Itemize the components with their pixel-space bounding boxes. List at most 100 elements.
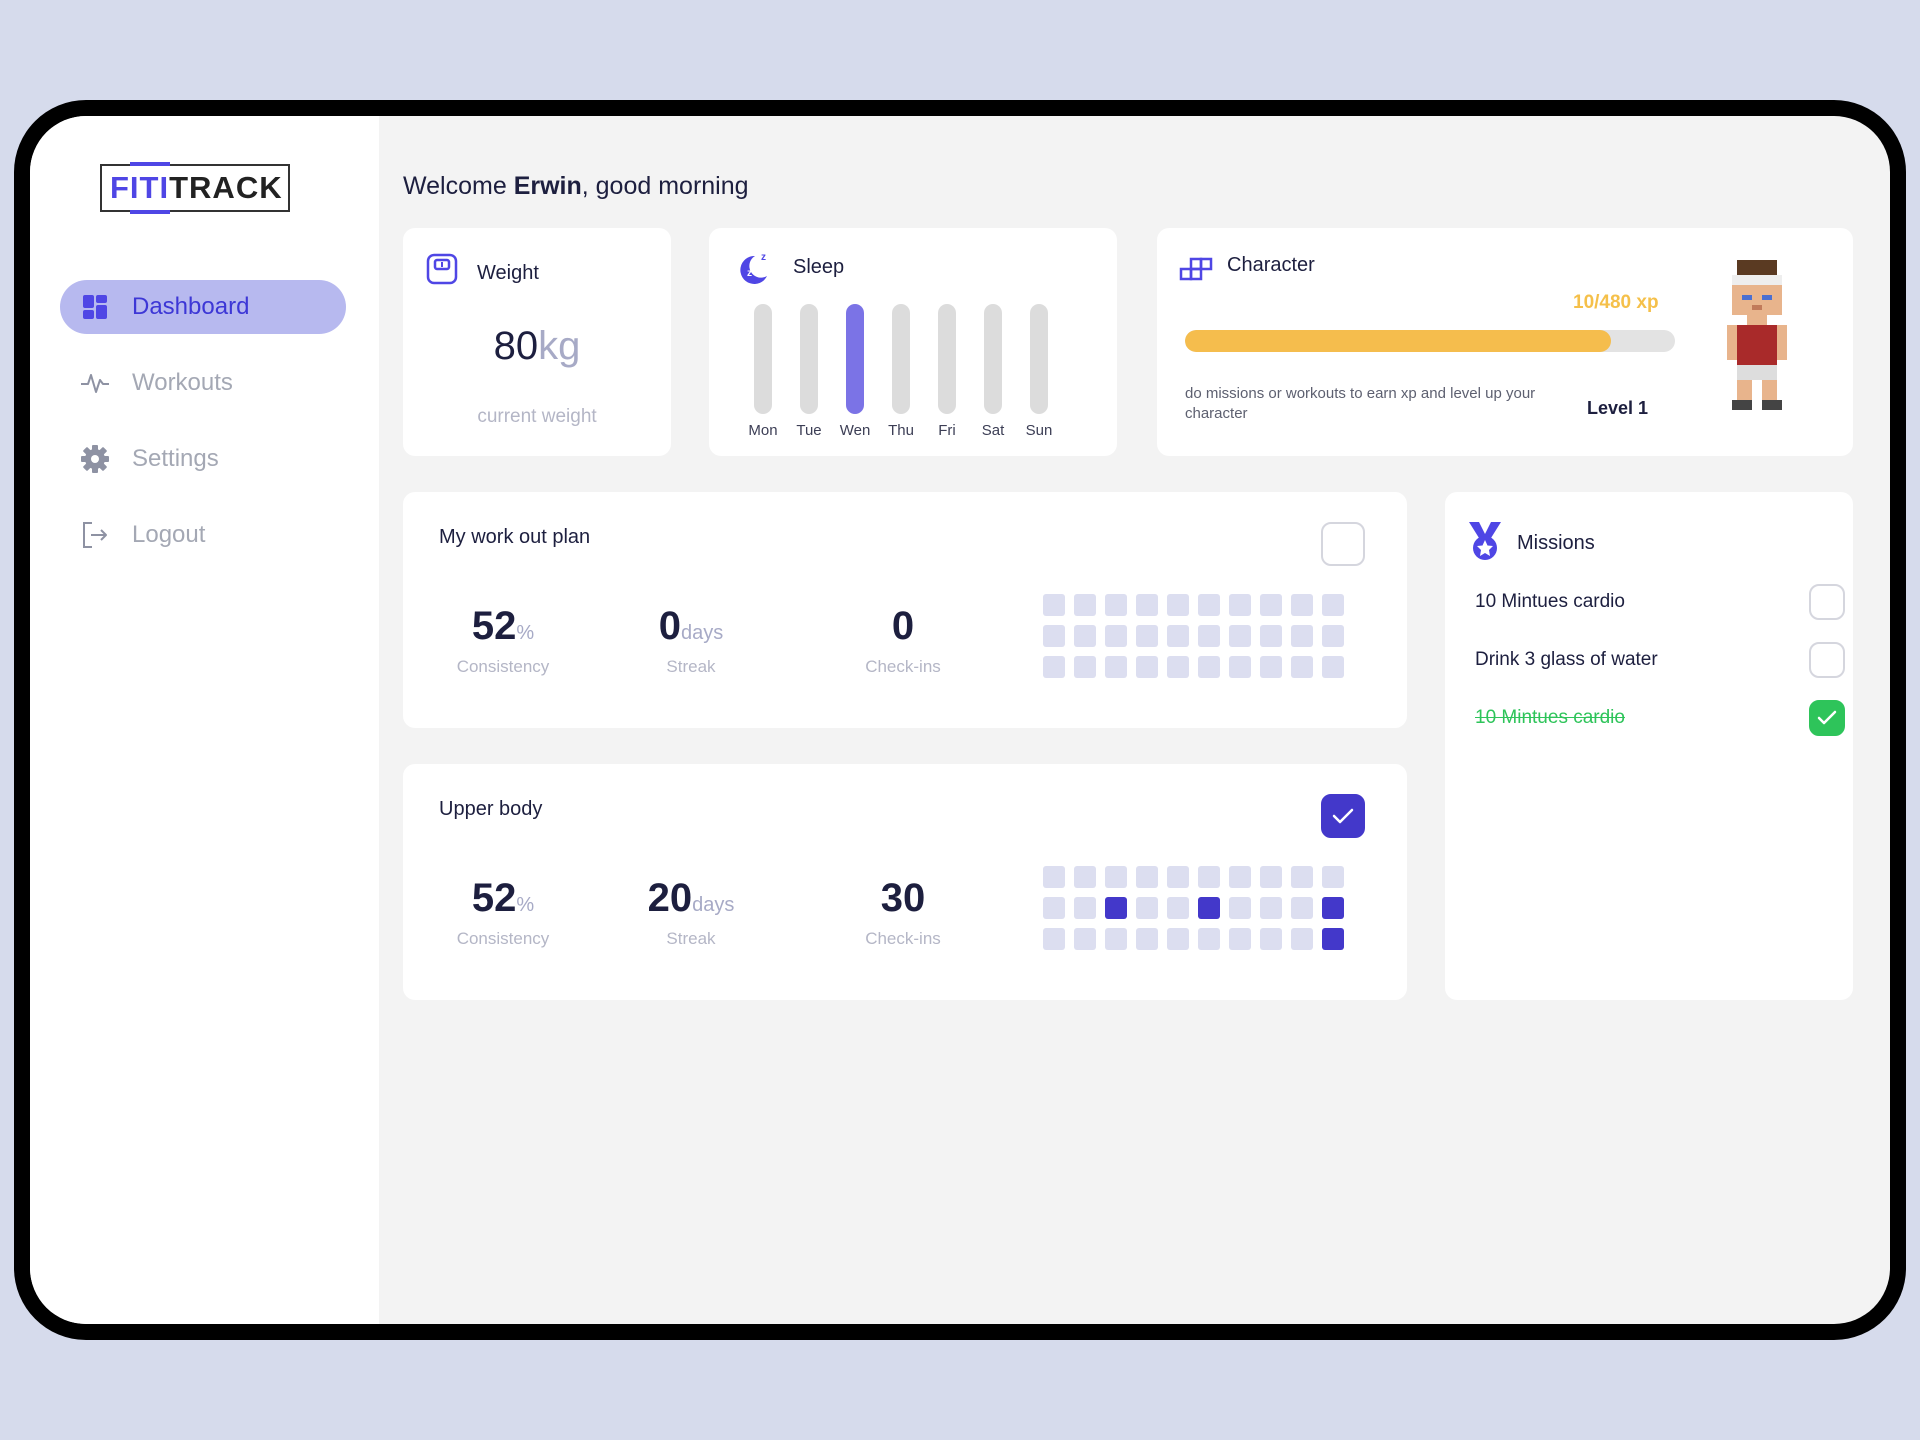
sleep-day-label: Sun (1025, 422, 1053, 439)
activity-cell (1260, 928, 1282, 950)
user-name: Erwin (513, 172, 582, 200)
svg-text:z: z (761, 252, 766, 263)
sidebar-item-label: Dashboard (132, 293, 250, 320)
streak-stat: 20days Streak (647, 876, 735, 948)
sleep-day: Fri (937, 304, 957, 439)
activity-cell (1260, 594, 1282, 616)
mission-item: 10 Mintues cardio (1475, 700, 1845, 736)
sleep-bar (800, 304, 818, 414)
blocks-icon (1179, 256, 1213, 287)
activity-cell (1043, 625, 1065, 647)
xp-progress-bar (1185, 330, 1675, 352)
logout-icon (80, 520, 110, 550)
activity-cell (1074, 625, 1096, 647)
activity-cell (1322, 897, 1344, 919)
medal-icon (1465, 520, 1505, 567)
check-icon (1332, 808, 1354, 824)
upper-body-plan-card[interactable]: Upper body 52% Consistency 20days Streak… (403, 764, 1407, 1000)
activity-cell (1229, 866, 1251, 888)
activity-cell (1105, 897, 1127, 919)
logo-prefix: FITI (110, 170, 170, 205)
sidebar-item-logout[interactable]: Logout (60, 508, 346, 562)
consistency-stat: 52% Consistency (456, 876, 550, 948)
weight-card[interactable]: Weight 80kg current weight (403, 228, 671, 456)
sleep-bar (754, 304, 772, 414)
activity-cell (1167, 594, 1189, 616)
sleep-day-label: Fri (938, 422, 956, 439)
activity-cell (1229, 625, 1251, 647)
sleep-day-label: Mon (748, 422, 778, 439)
activity-cell (1043, 594, 1065, 616)
activity-cell (1043, 656, 1065, 678)
svg-text:z: z (747, 268, 752, 279)
plan-checkbox[interactable] (1321, 794, 1365, 838)
activity-cell (1198, 866, 1220, 888)
character-title: Character (1227, 254, 1315, 276)
moon-icon: zz (733, 248, 773, 293)
app-screen: FITI TRACK Dashboard Workouts Settings L… (30, 116, 1890, 1324)
workout-plan-card[interactable]: My work out plan 52% Consistency 0days S… (403, 492, 1407, 728)
sidebar-item-dashboard[interactable]: Dashboard (60, 280, 346, 334)
activity-icon (80, 368, 110, 398)
check-icon (1817, 710, 1837, 725)
activity-cell (1322, 594, 1344, 616)
activity-cell (1198, 656, 1220, 678)
character-description: do missions or workouts to earn xp and l… (1185, 385, 1536, 422)
scale-icon (425, 252, 459, 291)
activity-cell (1136, 928, 1158, 950)
sleep-bar (984, 304, 1002, 414)
activity-cell (1074, 594, 1096, 616)
sleep-day-label: Wen (839, 422, 871, 439)
activity-cell (1105, 928, 1127, 950)
missions-title: Missions (1517, 532, 1595, 554)
activity-cell (1291, 625, 1313, 647)
logo-suffix: TRACK (169, 170, 283, 205)
activity-cell (1260, 625, 1282, 647)
sleep-bar (892, 304, 910, 414)
activity-cell (1291, 897, 1313, 919)
weight-subtitle: current weight (477, 406, 597, 427)
activity-cell (1198, 594, 1220, 616)
mission-checkbox[interactable] (1809, 700, 1845, 736)
activity-cell (1260, 656, 1282, 678)
activity-cell (1136, 866, 1158, 888)
sleep-bar (1030, 304, 1048, 414)
activity-cell (1229, 928, 1251, 950)
mission-checkbox[interactable] (1809, 642, 1845, 678)
pixel-character-avatar (1717, 260, 1797, 420)
activity-cell (1260, 866, 1282, 888)
activity-cell (1198, 897, 1220, 919)
sleep-day-label: Tue (796, 422, 822, 439)
sidebar-item-label: Logout (132, 521, 206, 548)
activity-cell (1167, 897, 1189, 919)
activity-cell (1074, 897, 1096, 919)
sidebar-item-workouts[interactable]: Workouts (60, 356, 346, 410)
xp-progress-fill (1185, 330, 1612, 352)
sidebar-item-label: Workouts (132, 369, 233, 396)
sleep-chart: Mon Tue Wen Thu Fri Sat Sun (748, 304, 1052, 439)
plan-checkbox[interactable] (1321, 522, 1365, 566)
activity-cell (1260, 897, 1282, 919)
sidebar: FITI TRACK Dashboard Workouts Settings L… (30, 116, 379, 1324)
sidebar-item-settings[interactable]: Settings (60, 432, 346, 486)
missions-card: Missions 10 Mintues cardio Drink 3 glass… (1445, 492, 1853, 1000)
activity-cell (1198, 625, 1220, 647)
activity-cell (1043, 866, 1065, 888)
consistency-stat: 52% Consistency (456, 604, 550, 676)
character-card[interactable]: Character 10/480 xp do missions or worko… (1157, 228, 1853, 456)
weight-value: 80kg (493, 324, 581, 368)
sleep-day-label: Thu (888, 422, 914, 439)
activity-cell (1074, 928, 1096, 950)
activity-cell (1136, 897, 1158, 919)
sleep-day: Mon (748, 304, 778, 439)
checkins-stat: 30 Check-ins (865, 876, 941, 948)
activity-cell (1229, 897, 1251, 919)
activity-cell (1167, 656, 1189, 678)
activity-cell (1074, 866, 1096, 888)
sidebar-item-label: Settings (132, 445, 219, 472)
main-content: Welcome Erwin, good morning Weight 80kg … (379, 116, 1890, 1324)
sleep-card[interactable]: zz Sleep Mon Tue Wen Thu Fri Sat Sun (709, 228, 1117, 456)
character-level: Level 1 (1587, 398, 1649, 418)
checkins-stat: 0 Check-ins (865, 604, 941, 676)
mission-checkbox[interactable] (1809, 584, 1845, 620)
